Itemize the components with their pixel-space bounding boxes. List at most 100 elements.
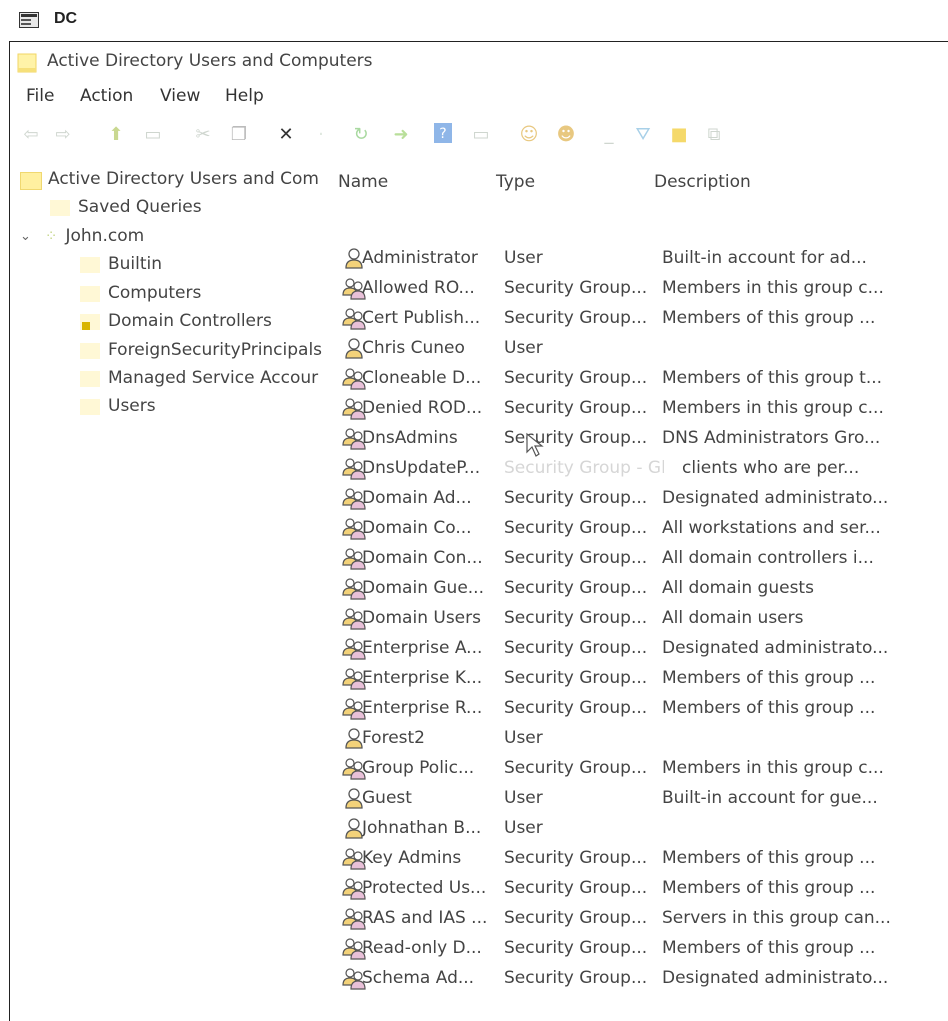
add-to-group-icon[interactable]: ⧉	[703, 122, 725, 148]
row-name: Schema Ad...	[362, 968, 475, 988]
help-icon[interactable]: ?	[432, 122, 454, 148]
table-row[interactable]: Allowed RO... Security Group... Members in…	[332, 274, 948, 304]
tree-item-computers[interactable]: Computers	[80, 280, 201, 306]
tree-item-foreign-security-principals[interactable]: ForeignSecurityPrincipals	[80, 337, 325, 363]
table-row[interactable]: Chris Cuneo User	[332, 334, 948, 364]
table-row[interactable]: Domain Gue... Security Group... All domain…	[332, 574, 948, 604]
table-row[interactable]: Guest User Built-in account for gue...	[332, 784, 948, 814]
new-group-icon[interactable]: ☻	[555, 122, 577, 148]
ou-folder-icon	[80, 312, 100, 330]
row-description: All domain users	[662, 608, 804, 628]
table-row[interactable]: Forest2 User	[332, 724, 948, 754]
row-type: User	[504, 788, 543, 808]
row-name: Domain Users	[362, 608, 481, 628]
tree-item-domain[interactable]: ⌄ ⁘ John.com	[20, 223, 144, 249]
row-name: Cloneable D...	[362, 368, 482, 388]
table-row[interactable]: Johnathan B... User	[332, 814, 948, 844]
table-row[interactable]: DnsUpdateP... Security Group - Global clie…	[332, 454, 948, 484]
row-type: Security Group...	[504, 938, 648, 958]
table-row[interactable]: Key Admins Security Group... Members of th…	[332, 844, 948, 874]
tree-item-domain-controllers[interactable]: Domain Controllers	[80, 308, 272, 334]
row-description: Designated administrato...	[662, 968, 889, 988]
table-row[interactable]: Cert Publish... Security Group... Members …	[332, 304, 948, 334]
row-description: Members in this group c...	[662, 398, 884, 418]
row-type: User	[504, 728, 543, 748]
chevron-down-icon[interactable]: ⌄	[20, 229, 31, 244]
row-name: Domain Ad...	[362, 488, 472, 508]
forward-icon[interactable]: ⇨	[52, 122, 74, 148]
filter-icon[interactable]: ⛛	[632, 122, 654, 148]
delete-icon[interactable]: ✕	[275, 122, 297, 148]
row-description: Members of this group ...	[662, 308, 876, 328]
table-row[interactable]: Schema Ad... Security Group... Designated …	[332, 964, 948, 994]
show-tree-icon[interactable]: ▭	[142, 122, 164, 148]
row-type: Security Group...	[504, 848, 648, 868]
row-name: DnsAdmins	[362, 428, 458, 448]
copy-icon[interactable]: ❐	[228, 122, 250, 148]
folder-icon	[80, 369, 100, 387]
table-row[interactable]: Domain Ad... Security Group... Designated …	[332, 484, 948, 514]
row-type: User	[504, 338, 543, 358]
console-icon[interactable]: ▭	[470, 122, 492, 148]
tree-item-saved-queries[interactable]: Saved Queries	[50, 194, 202, 220]
menu-file[interactable]: File	[26, 86, 54, 106]
column-header-description[interactable]: Description	[654, 172, 751, 192]
table-row[interactable]: Domain Co... Security Group... All worksta…	[332, 514, 948, 544]
row-description: Members in this group c...	[662, 758, 884, 778]
row-name: Forest2	[362, 728, 425, 748]
tree-item-users[interactable]: Users	[80, 393, 156, 419]
table-row[interactable]: Domain Con... Security Group... All domain…	[332, 544, 948, 574]
table-row[interactable]: DnsAdmins Security Group... DNS Administra…	[332, 424, 948, 454]
cut-icon[interactable]: ✂	[192, 122, 214, 148]
column-header-type[interactable]: Type	[496, 172, 535, 192]
menu-action[interactable]: Action	[80, 86, 133, 106]
table-row[interactable]: Cloneable D... Security Group... Members o…	[332, 364, 948, 394]
row-name: Denied ROD...	[362, 398, 483, 418]
table-row[interactable]: RAS and IAS ... Security Group... Servers …	[332, 904, 948, 934]
row-description: clients who are per...	[682, 458, 860, 478]
table-row[interactable]: Denied ROD... Security Group... Members in…	[332, 394, 948, 424]
table-row[interactable]: Protected Us... Security Group... Members …	[332, 874, 948, 904]
menu-view[interactable]: View	[160, 86, 200, 106]
up-folder-icon[interactable]: ⬆	[105, 122, 127, 148]
row-type: Security Group...	[504, 758, 648, 778]
mouse-cursor-icon	[526, 432, 544, 457]
row-description: Members of this group ...	[662, 878, 876, 898]
new-user-icon[interactable]: ☺	[518, 122, 540, 148]
row-type: Security Group...	[504, 698, 648, 718]
filter-separator-icon[interactable]: _	[598, 122, 620, 148]
tree-root[interactable]: Active Directory Users and Com	[20, 166, 319, 192]
row-description: Members of this group ...	[662, 848, 876, 868]
table-row[interactable]: Read-only D... Security Group... Members o…	[332, 934, 948, 964]
row-description: All domain guests	[662, 578, 814, 598]
table-row[interactable]: Group Polic... Security Group... Members i…	[332, 754, 948, 784]
row-type: Security Group...	[504, 968, 648, 988]
export-icon[interactable]: ➜	[390, 122, 412, 148]
row-name: Chris Cuneo	[362, 338, 465, 358]
outer-titlebar: DC	[0, 0, 948, 40]
menu-help[interactable]: Help	[225, 86, 264, 106]
window-folder-icon	[17, 53, 37, 73]
table-row[interactable]: Enterprise R... Security Group... Members …	[332, 694, 948, 724]
tree-item-builtin[interactable]: Builtin	[80, 251, 162, 277]
tree-item-managed-service-accounts[interactable]: Managed Service Accour	[80, 365, 325, 391]
column-header-name[interactable]: Name	[338, 172, 388, 192]
table-row[interactable]: Administrator User Built-in account for ad…	[332, 244, 948, 274]
table-row[interactable]: Domain Users Security Group... All domain …	[332, 604, 948, 634]
row-description: All workstations and ser...	[662, 518, 881, 538]
new-ou-icon[interactable]: ■	[668, 122, 690, 148]
row-type: Security Group - Global	[504, 458, 664, 478]
row-type: Security Group...	[504, 398, 648, 418]
row-name: Key Admins	[362, 848, 462, 868]
table-row[interactable]: Enterprise A... Security Group... Designat…	[332, 634, 948, 664]
back-icon[interactable]: ⇦	[20, 122, 42, 148]
refresh-icon[interactable]: ↻	[350, 122, 372, 148]
table-row[interactable]: Enterprise K... Security Group... Members …	[332, 664, 948, 694]
folder-icon	[80, 341, 100, 359]
row-name: Cert Publish...	[362, 308, 481, 328]
row-description: Members of this group t...	[662, 368, 883, 388]
row-name: Protected Us...	[362, 878, 487, 898]
row-description: Built-in account for ad...	[662, 248, 867, 268]
properties-icon[interactable]: ·	[310, 122, 332, 148]
tree-pane: Active Directory Users and Com Saved Que…	[10, 162, 330, 562]
